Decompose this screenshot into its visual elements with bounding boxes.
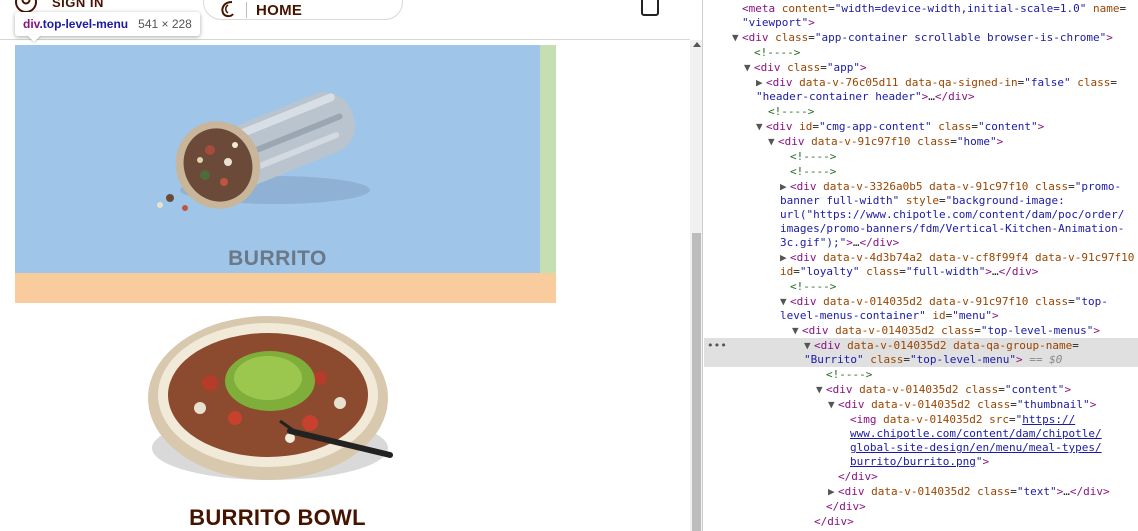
home-divider: [246, 2, 247, 18]
dom-line[interactable]: "viewport">: [742, 15, 815, 30]
dom-line[interactable]: www.chipotle.com/content/dam/chipotle/: [850, 426, 1102, 441]
dom-line[interactable]: images/promo-banners/fdm/Vertical-Kitche…: [780, 221, 1124, 236]
scroll-up-arrow-icon[interactable]: [693, 42, 701, 47]
menu-item-label-burrito[interactable]: BURRITO: [15, 247, 540, 271]
dom-line[interactable]: <!---->: [826, 367, 872, 382]
dom-line[interactable]: ▶ <div data-v-4d3b74a2 data-v-cf8f99f4 da…: [780, 250, 1134, 265]
tooltip-tag: div: [23, 17, 40, 31]
dom-line[interactable]: url("https://www.chipotle.com/content/da…: [780, 207, 1124, 222]
collapse-triangle-icon[interactable]: ▶: [780, 250, 790, 265]
expand-triangle-icon[interactable]: ▼: [792, 323, 802, 338]
dom-line[interactable]: ▼ <div data-v-014035d2 class="content">: [816, 382, 1071, 397]
dom-line[interactable]: ▼ <div class="app">: [744, 60, 867, 75]
dom-line[interactable]: ▼ <div id="cmg-app-content" class="conten…: [756, 119, 1044, 134]
page-viewport: SIGN IN HOME BURRITO BURRITO BOWL div.to…: [0, 0, 703, 531]
dom-line[interactable]: ▼ <div class="app-container scrollable br…: [732, 30, 1113, 45]
dom-line-selected[interactable]: "Burrito" class="top-level-menu"> == $0: [804, 352, 1062, 367]
expand-triangle-icon[interactable]: ▼: [828, 397, 838, 412]
dom-line[interactable]: banner full-width" style="background-ima…: [780, 193, 1065, 208]
highlight-padding-box: [540, 45, 556, 273]
dom-line[interactable]: <!---->: [790, 164, 836, 179]
expand-triangle-icon[interactable]: ▼: [816, 382, 826, 397]
dom-line[interactable]: </div>: [814, 514, 854, 529]
node-options-icon[interactable]: •••: [707, 339, 727, 352]
bag-icon[interactable]: [640, 0, 660, 16]
dom-line[interactable]: <!---->: [790, 279, 836, 294]
home-label: HOME: [256, 2, 303, 19]
chipotle-logo-icon: [221, 1, 234, 18]
dom-line[interactable]: <!---->: [754, 45, 800, 60]
page-scrollbar-thumb[interactable]: [692, 233, 701, 531]
dom-line[interactable]: </div>: [838, 469, 878, 484]
expand-triangle-icon[interactable]: ▼: [804, 338, 814, 353]
collapse-triangle-icon[interactable]: ▶: [780, 179, 790, 194]
burrito-image[interactable]: [140, 70, 380, 220]
tooltip-arrow: [27, 35, 41, 42]
dom-line[interactable]: ▼ <div data-v-014035d2 class="thumbnail">: [828, 397, 1096, 412]
dom-line[interactable]: id="loyalty" class="full-width">…</div>: [780, 264, 1038, 279]
dom-line[interactable]: ▼ <div data-v-014035d2 data-v-91c97f10 cl…: [780, 294, 1108, 309]
dom-line-selected[interactable]: ▼ <div data-v-014035d2 data-qa-group-name…: [804, 338, 1079, 353]
highlight-margin-box: [15, 273, 556, 303]
dom-line[interactable]: 3c.gif");">…</div>: [780, 235, 899, 250]
expand-triangle-icon[interactable]: ▼: [768, 134, 778, 149]
dom-line[interactable]: ▼ <div data-v-014035d2 class="top-level-m…: [792, 323, 1100, 338]
tooltip-dimensions: 541 × 228: [138, 17, 192, 31]
tooltip-class: .top-level-menu: [39, 17, 129, 31]
dom-line[interactable]: ▶ <div data-v-3326a0b5 data-v-91c97f10 cl…: [780, 179, 1121, 194]
dom-line[interactable]: level-menus-container" id="menu">: [780, 308, 999, 323]
dom-line[interactable]: <img data-v-014035d2 src="https://: [850, 412, 1075, 427]
dom-line[interactable]: "header-container header">…</div>: [756, 89, 975, 104]
dom-line[interactable]: ▼ <div data-v-91c97f10 class="home">: [768, 134, 1003, 149]
dom-line[interactable]: <!---->: [768, 104, 814, 119]
collapse-triangle-icon[interactable]: ▶: [828, 484, 838, 499]
expand-triangle-icon[interactable]: ▼: [744, 60, 754, 75]
burrito-bowl-image[interactable]: [140, 303, 400, 493]
dom-line[interactable]: <!---->: [790, 149, 836, 164]
dom-line[interactable]: global-site-design/en/menu/meal-types/: [850, 440, 1102, 455]
inspect-tooltip: div.top-level-menu 541 × 228: [15, 12, 200, 36]
dom-line[interactable]: </div>: [826, 499, 866, 514]
expand-triangle-icon[interactable]: ▼: [732, 30, 742, 45]
home-button[interactable]: HOME: [203, 0, 403, 20]
sign-in-link[interactable]: SIGN IN: [52, 0, 104, 10]
devtools-elements-panel: ••• <meta content="width=device-width,in…: [704, 0, 1138, 531]
dom-line[interactable]: ▶ <div data-v-76c05d11 data-qa-signed-in=…: [756, 75, 1117, 90]
expand-triangle-icon[interactable]: ▼: [756, 119, 766, 134]
collapse-triangle-icon[interactable]: ▶: [756, 75, 766, 90]
dom-line[interactable]: burrito/burrito.png">: [850, 454, 989, 469]
dom-line[interactable]: ▶ <div data-v-014035d2 class="text">…</di…: [828, 484, 1110, 499]
dom-line[interactable]: <meta content="width=device-width,initia…: [742, 1, 1126, 16]
selected-marker: == $0: [1029, 353, 1063, 366]
menu-item-label-burrito-bowl[interactable]: BURRITO BOWL: [15, 505, 540, 531]
expand-triangle-icon[interactable]: ▼: [780, 294, 790, 309]
